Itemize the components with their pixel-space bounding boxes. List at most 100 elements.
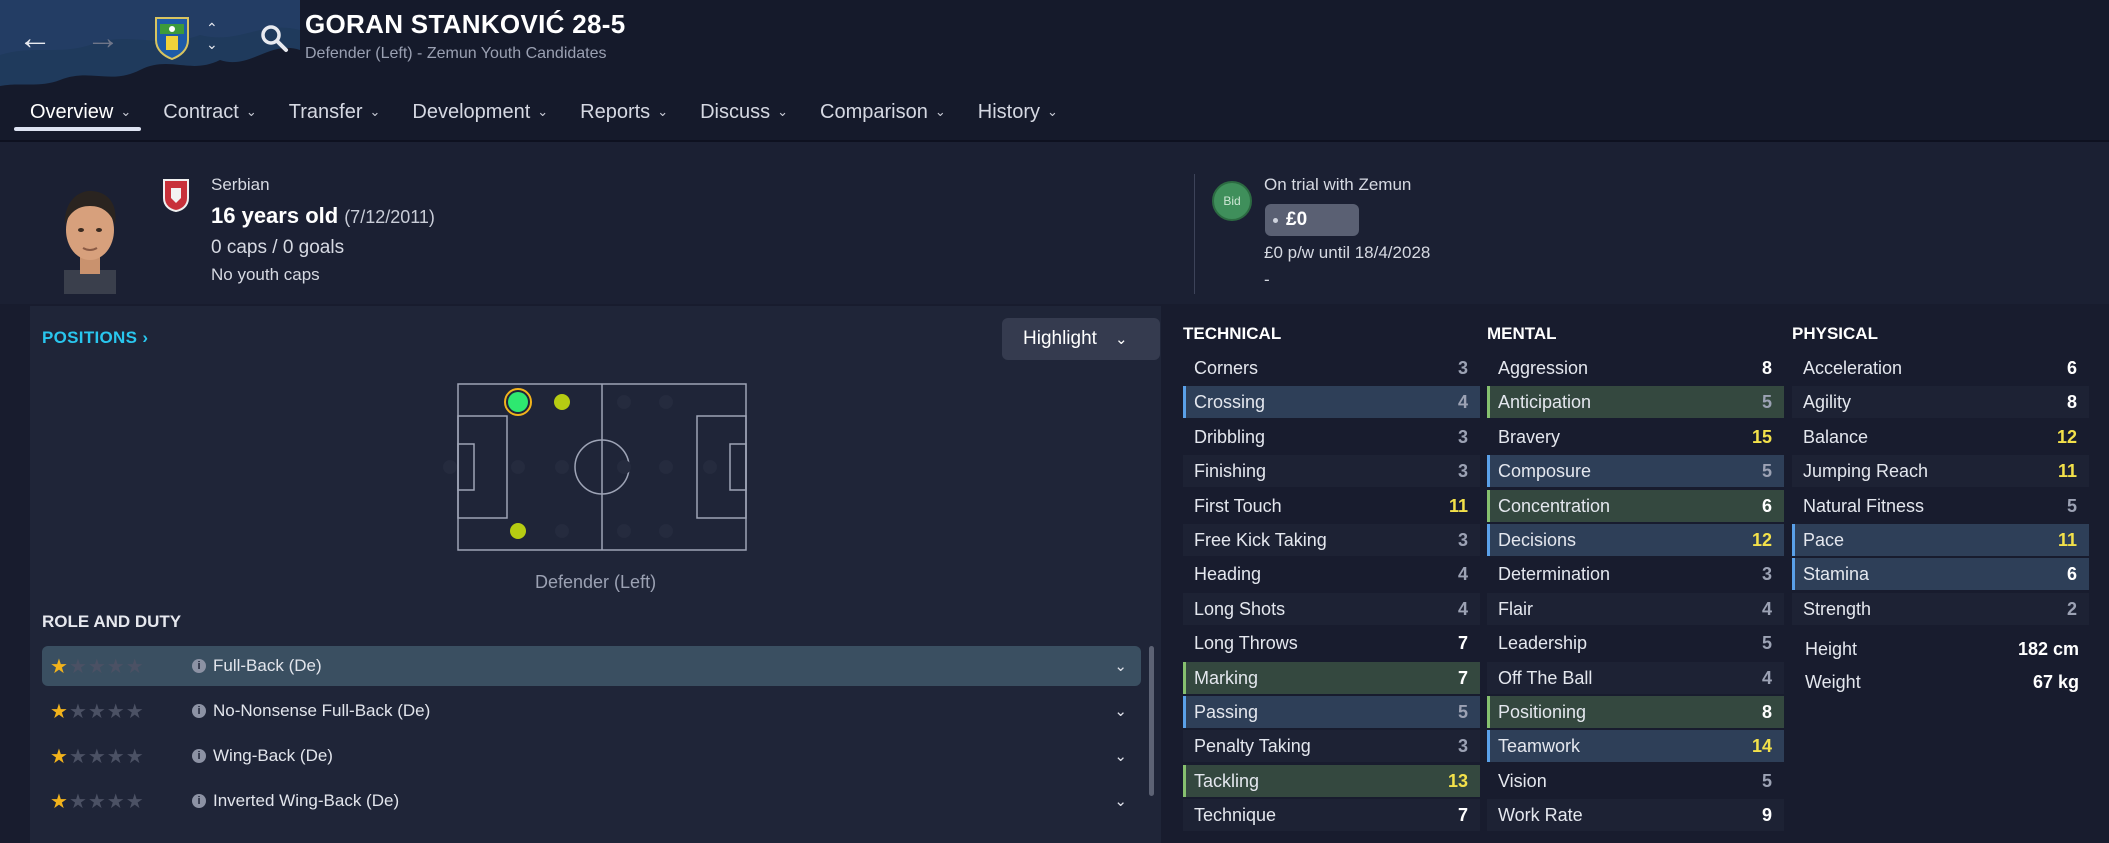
club-crest-icon[interactable] — [152, 14, 192, 60]
role-row-inverted-wing-back[interactable]: ★★★★★ i Inverted Wing-Back (De) ⌄ — [42, 781, 1141, 821]
attribute-row-heading[interactable]: Heading 4 — [1183, 558, 1480, 590]
attribute-row-technique[interactable]: Technique 7 — [1183, 799, 1480, 831]
positions-link[interactable]: POSITIONS › — [42, 328, 148, 348]
attribute-row-teamwork[interactable]: Teamwork 14 — [1487, 730, 1784, 762]
attribute-row-determination[interactable]: Determination 3 — [1487, 558, 1784, 590]
chevron-down-icon[interactable]: ⌄ — [1114, 657, 1127, 675]
attribute-row-penalty-taking[interactable]: Penalty Taking 3 — [1183, 730, 1480, 762]
attribute-row-passing[interactable]: Passing 5 — [1183, 696, 1480, 728]
attribute-value: 6 — [1761, 495, 1772, 516]
info-icon[interactable]: i — [192, 704, 206, 718]
attribute-value: 3 — [1457, 426, 1468, 447]
attribute-row-leadership[interactable]: Leadership 5 — [1487, 627, 1784, 659]
tab-contract[interactable]: Contract ⌄ — [147, 92, 273, 132]
attribute-row-off-the-ball[interactable]: Off The Ball 4 — [1487, 662, 1784, 694]
attribute-row-bravery[interactable]: Bravery 15 — [1487, 421, 1784, 453]
attribute-row-vision[interactable]: Vision 5 — [1487, 765, 1784, 797]
attribute-row-composure[interactable]: Composure 5 — [1487, 455, 1784, 487]
highlight-dropdown[interactable]: Highlight ⌄ — [1002, 318, 1160, 360]
attribute-row-long-throws[interactable]: Long Throws 7 — [1183, 627, 1480, 659]
date-of-birth: (7/12/2011) — [344, 207, 435, 227]
role-row-full-back[interactable]: ★★★★★ i Full-Back (De) ⌄ — [42, 646, 1141, 686]
attribute-row-acceleration[interactable]: Acceleration 6 — [1792, 352, 2089, 384]
back-arrow-icon[interactable]: ← — [18, 18, 52, 58]
attribute-value: 12 — [2056, 426, 2077, 447]
attribute-row-balance[interactable]: Balance 12 — [1792, 421, 2089, 453]
attribute-row-aggression[interactable]: Aggression 8 — [1487, 352, 1784, 384]
tab-discuss[interactable]: Discuss ⌄ — [684, 92, 804, 132]
attribute-value: 8 — [1761, 701, 1772, 722]
attribute-value: 11 — [2057, 529, 2077, 550]
attribute-row-positioning[interactable]: Positioning 8 — [1487, 696, 1784, 728]
roles-scrollbar[interactable] — [1149, 646, 1154, 796]
attribute-row-concentration[interactable]: Concentration 6 — [1487, 490, 1784, 522]
chevron-down-icon[interactable]: ⌄ — [1114, 747, 1127, 765]
attribute-row-agility[interactable]: Agility 8 — [1792, 386, 2089, 418]
chevron-down-icon[interactable]: ⌄ — [1114, 792, 1127, 810]
tab-development[interactable]: Development ⌄ — [396, 92, 564, 132]
attribute-row-marking[interactable]: Marking 7 — [1183, 662, 1480, 694]
tab-label: Reports — [580, 100, 651, 123]
attribute-row-tackling[interactable]: Tackling 13 — [1183, 765, 1480, 797]
role-row-wing-back[interactable]: ★★★★★ i Wing-Back (De) ⌄ — [42, 736, 1141, 776]
attribute-label: Jumping Reach — [1803, 460, 1929, 481]
attribute-label: Determination — [1498, 563, 1611, 584]
info-icon[interactable]: i — [192, 659, 206, 673]
attribute-row-crossing[interactable]: Crossing 4 — [1183, 386, 1480, 418]
chevron-down-icon[interactable]: ⌄ — [1114, 702, 1127, 720]
bid-button[interactable]: Bid — [1212, 181, 1252, 221]
forward-arrow-icon[interactable]: → — [86, 18, 120, 58]
attribute-value: 5 — [1761, 770, 1772, 791]
attribute-row-work-rate[interactable]: Work Rate 9 — [1487, 799, 1784, 831]
tab-transfer[interactable]: Transfer ⌄ — [273, 92, 397, 132]
attribute-row-first-touch[interactable]: First Touch 11 — [1183, 490, 1480, 522]
attribute-label: Penalty Taking — [1194, 735, 1311, 756]
positions-title: POSITIONS — [42, 328, 138, 347]
attribute-value: 6 — [2066, 357, 2077, 378]
contract-extra: - — [1264, 270, 1270, 289]
tab-overview[interactable]: Overview ⌄ — [14, 92, 147, 132]
attribute-row-decisions[interactable]: Decisions 12 — [1487, 524, 1784, 556]
height-row: Height 182 cm — [1794, 633, 2091, 665]
attribute-label: Leadership — [1498, 632, 1588, 653]
attribute-row-free-kick-taking[interactable]: Free Kick Taking 3 — [1183, 524, 1480, 556]
height-value: 182 cm — [2017, 638, 2079, 659]
mental-title: MENTAL — [1487, 324, 1557, 343]
attribute-label: Strength — [1803, 598, 1872, 619]
attribute-value: 5 — [2066, 495, 2077, 516]
info-icon[interactable]: i — [192, 749, 206, 763]
attribute-row-corners[interactable]: Corners 3 — [1183, 352, 1480, 384]
attribute-row-jumping-reach[interactable]: Jumping Reach 11 — [1792, 455, 2089, 487]
attribute-value: 5 — [1761, 632, 1772, 653]
attribute-value: 7 — [1457, 632, 1468, 653]
position-label: Defender (Left) — [535, 572, 657, 592]
attribute-row-stamina[interactable]: Stamina 6 — [1792, 558, 2089, 590]
tab-reports[interactable]: Reports ⌄ — [564, 92, 684, 132]
attribute-value: 8 — [2066, 391, 2077, 412]
attribute-row-anticipation[interactable]: Anticipation 5 — [1487, 386, 1784, 418]
player-age: 16 years old (7/12/2011) — [211, 203, 435, 229]
club-switch-icon[interactable]: ⌃ ⌄ — [206, 20, 218, 52]
attribute-value: 4 — [1761, 598, 1772, 619]
attribute-label: Teamwork — [1498, 735, 1581, 756]
role-duty-title: ROLE AND DUTY — [42, 612, 182, 631]
attribute-label: Finishing — [1194, 460, 1267, 481]
attribute-row-strength[interactable]: Strength 2 — [1792, 593, 2089, 625]
chevron-down-icon: ⌄ — [657, 104, 669, 119]
search-icon[interactable] — [259, 23, 289, 53]
attribute-row-dribbling[interactable]: Dribbling 3 — [1183, 421, 1480, 453]
tab-history[interactable]: History ⌄ — [962, 92, 1074, 132]
attribute-row-pace[interactable]: Pace 11 — [1792, 524, 2089, 556]
weight-row: Weight 67 kg — [1794, 666, 2091, 698]
role-row-no-nonsense-full-back[interactable]: ★★★★★ i No-Nonsense Full-Back (De) ⌄ — [42, 691, 1141, 731]
info-icon[interactable]: i — [192, 794, 206, 808]
chevron-down-icon: ⌄ — [245, 104, 257, 119]
attribute-value: 8 — [1761, 357, 1772, 378]
attribute-row-finishing[interactable]: Finishing 3 — [1183, 455, 1480, 487]
attribute-label: Off The Ball — [1498, 667, 1593, 688]
attribute-row-long-shots[interactable]: Long Shots 4 — [1183, 593, 1480, 625]
attribute-row-flair[interactable]: Flair 4 — [1487, 593, 1784, 625]
tab-comparison[interactable]: Comparison ⌄ — [804, 92, 962, 132]
attribute-row-natural-fitness[interactable]: Natural Fitness 5 — [1792, 490, 2089, 522]
role-stars: ★★★★★ — [50, 700, 145, 723]
